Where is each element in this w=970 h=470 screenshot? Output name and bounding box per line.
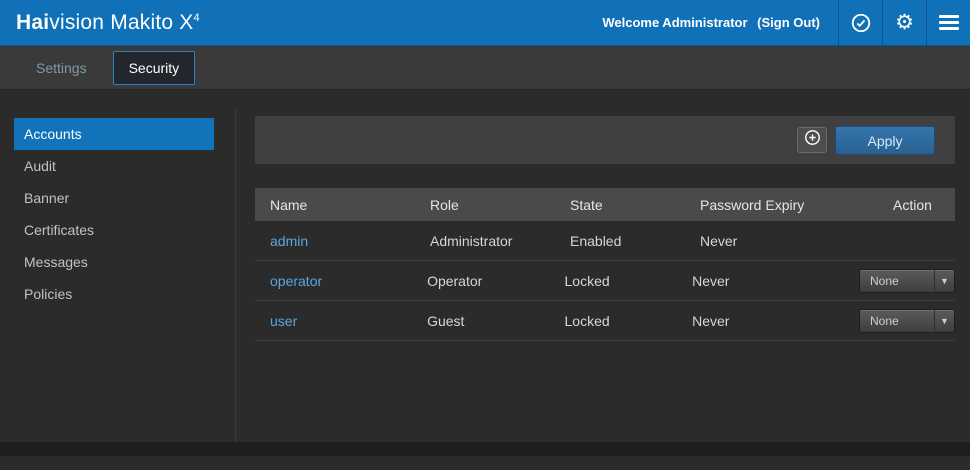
welcome-area: Welcome Administrator (Sign Out) <box>602 15 820 30</box>
brand-rest: vision Makito X <box>49 11 193 34</box>
column-header-action: Action <box>870 197 955 213</box>
app-logo: Haivision Makito X4 <box>16 11 200 35</box>
action-select[interactable]: None ▼ <box>859 269 955 293</box>
apply-button[interactable]: Apply <box>835 126 935 155</box>
sign-out-link[interactable]: (Sign Out) <box>757 15 820 30</box>
footer-band <box>0 442 970 456</box>
role-cell: Guest <box>427 313 564 329</box>
action-select-value: None <box>860 314 934 328</box>
settings-button[interactable]: ⚙ <box>882 0 926 46</box>
action-cell: None ▼ <box>859 309 955 333</box>
column-header-name: Name <box>255 197 430 213</box>
sidebar-item-certificates[interactable]: Certificates <box>14 214 214 246</box>
gear-icon: ⚙ <box>895 12 914 33</box>
sidebar-item-accounts[interactable]: Accounts <box>14 118 214 150</box>
expiry-cell: Never <box>700 233 870 249</box>
account-link-operator[interactable]: operator <box>270 273 322 289</box>
tab-security[interactable]: Security <box>113 51 196 85</box>
status-check-icon <box>850 12 872 34</box>
expiry-cell: Never <box>692 313 859 329</box>
sidebar-item-banner[interactable]: Banner <box>14 182 214 214</box>
expiry-cell: Never <box>692 273 859 289</box>
top-bar: Haivision Makito X4 Welcome Administrato… <box>0 0 970 46</box>
sidebar-item-policies[interactable]: Policies <box>14 278 214 310</box>
action-cell: None ▼ <box>859 269 955 293</box>
welcome-text: Welcome Administrator <box>602 15 747 30</box>
tab-strip: Settings Security <box>0 46 970 90</box>
column-header-state: State <box>570 197 700 213</box>
role-cell: Operator <box>427 273 564 289</box>
brand-superscript: 4 <box>194 12 200 24</box>
state-cell: Locked <box>565 313 693 329</box>
account-link-user[interactable]: user <box>270 313 297 329</box>
sidebar-item-messages[interactable]: Messages <box>14 246 214 278</box>
status-button[interactable] <box>838 0 882 46</box>
table-row: operator Operator Locked Never None ▼ <box>255 261 955 301</box>
state-cell: Locked <box>565 273 693 289</box>
circle-plus-icon <box>804 129 821 151</box>
add-account-button[interactable] <box>797 127 827 153</box>
tab-settings[interactable]: Settings <box>20 51 103 85</box>
role-cell: Administrator <box>430 233 570 249</box>
chevron-down-icon: ▼ <box>934 270 954 292</box>
table-header-row: Name Role State Password Expiry Action <box>255 188 955 221</box>
sidebar-divider <box>235 108 236 444</box>
sidebar-item-audit[interactable]: Audit <box>14 150 214 182</box>
column-header-expiry: Password Expiry <box>700 197 870 213</box>
security-sidebar: Accounts Audit Banner Certificates Messa… <box>14 118 214 310</box>
column-header-role: Role <box>430 197 570 213</box>
account-link-admin[interactable]: admin <box>270 233 308 249</box>
action-select[interactable]: None ▼ <box>859 309 955 333</box>
state-cell: Enabled <box>570 233 700 249</box>
accounts-table: Name Role State Password Expiry Action a… <box>255 188 955 341</box>
accounts-toolbar: Apply <box>255 116 955 164</box>
action-select-value: None <box>860 274 934 288</box>
menu-icon <box>939 15 959 30</box>
chevron-down-icon: ▼ <box>934 310 954 332</box>
table-row: user Guest Locked Never None ▼ <box>255 301 955 341</box>
content-area: Accounts Audit Banner Certificates Messa… <box>0 90 970 456</box>
brand-bold: Hai <box>16 11 49 34</box>
table-row: admin Administrator Enabled Never <box>255 221 955 261</box>
menu-button[interactable] <box>926 0 970 46</box>
